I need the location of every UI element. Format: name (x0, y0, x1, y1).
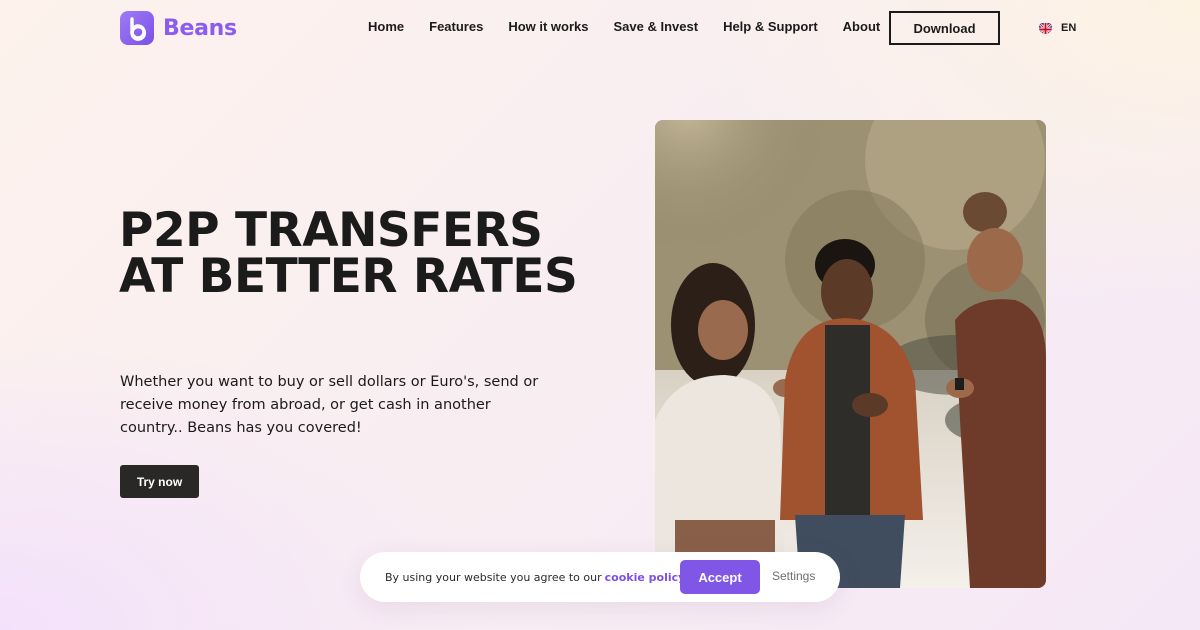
nav-item-about[interactable]: About (843, 19, 881, 34)
beans-logo-icon (120, 11, 154, 45)
cookie-settings-button[interactable]: Settings (772, 569, 815, 583)
hero-photo (655, 120, 1046, 588)
brand-logo[interactable]: Beans (120, 11, 237, 45)
try-now-button[interactable]: Try now (120, 465, 199, 498)
hero-title: P2P TRANSFERS AT BETTER RATES (119, 203, 578, 304)
cookie-banner: By using your website you agree to our co… (360, 552, 840, 602)
accept-cookies-button[interactable]: Accept (680, 560, 760, 594)
nav-item-features[interactable]: Features (429, 19, 483, 34)
brand-name: Beans (163, 15, 237, 41)
language-label: EN (1061, 21, 1077, 34)
nav-item-save-invest[interactable]: Save & Invest (614, 19, 699, 34)
nav-item-how-it-works[interactable]: How it works (508, 19, 588, 34)
cookie-policy-link[interactable]: cookie policy (605, 571, 686, 584)
cookie-text: By using your website you agree to our co… (385, 571, 685, 584)
nav-item-home[interactable]: Home (368, 19, 404, 34)
uk-flag-icon (1039, 21, 1052, 34)
language-selector[interactable]: EN (1039, 21, 1076, 34)
main-nav: Home Features How it works Save & Invest… (368, 19, 905, 34)
cookie-message: By using your website you agree to our (385, 570, 602, 584)
hero-subtitle: Whether you want to buy or sell dollars … (120, 374, 539, 436)
nav-item-help-support[interactable]: Help & Support (723, 19, 818, 34)
download-button[interactable]: Download (889, 11, 1000, 45)
